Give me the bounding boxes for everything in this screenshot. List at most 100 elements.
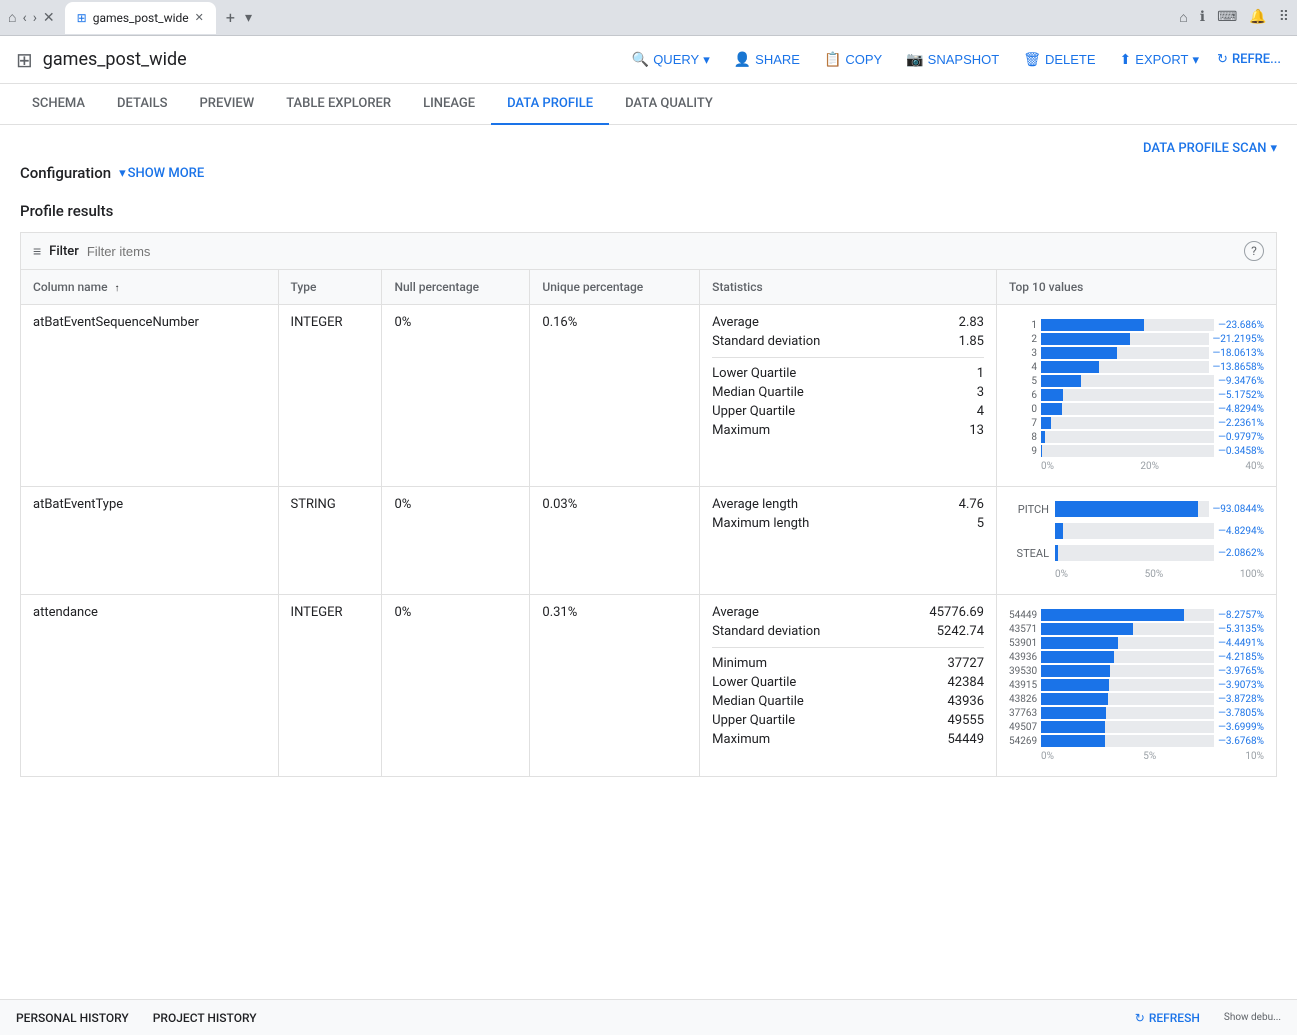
chart-axis: 0%5%10% (1009, 749, 1264, 762)
th-top10: Top 10 values (997, 270, 1277, 305)
help-icon[interactable]: ? (1244, 241, 1264, 261)
personal-history-link[interactable]: PERSONAL HISTORY (16, 1011, 129, 1025)
tab-list-icon[interactable]: ▾ (245, 10, 252, 26)
chart-bar-row: 39530 —3.9765% (1009, 665, 1264, 677)
browser-bell-icon[interactable]: 🔔 (1249, 9, 1266, 26)
h-bar-row: STEAL —2.0862% (1009, 545, 1264, 561)
stat-label: Standard deviation (712, 334, 820, 349)
browser-home-btn[interactable]: ⌂ (1179, 9, 1187, 26)
share-icon: 👤 (734, 51, 751, 68)
h-bar-pct: —2.0862% (1218, 548, 1264, 559)
new-tab-icon[interactable]: + (226, 8, 235, 27)
filter-input[interactable] (87, 244, 263, 259)
browser-tab[interactable]: ⊞ games_post_wide ✕ (65, 2, 216, 34)
cell-null-pct: 0% (382, 487, 530, 595)
th-type[interactable]: Type (278, 270, 382, 305)
bar-pct: —23.686% (1218, 320, 1264, 331)
browser-grid-icon[interactable]: ⠿ (1279, 9, 1289, 26)
bar-track (1041, 431, 1214, 443)
bar-label: 9 (1009, 446, 1037, 457)
bar-track (1041, 721, 1214, 733)
th-unique-pct[interactable]: Unique percentage (530, 270, 700, 305)
project-history-link[interactable]: PROJECT HISTORY (153, 1011, 257, 1025)
browser-info-icon[interactable]: ℹ (1200, 9, 1205, 26)
tab-data-quality[interactable]: DATA QUALITY (609, 84, 729, 125)
bar-label: 5 (1009, 376, 1037, 387)
cell-column-name: atBatEventSequenceNumber (21, 305, 279, 487)
tab-lineage[interactable]: LINEAGE (407, 84, 491, 125)
browser-back-icon[interactable]: ‹ (22, 10, 26, 26)
browser-home-icon[interactable]: ⌂ (8, 9, 16, 26)
browser-bar: ⌂ ‹ › ✕ ⊞ games_post_wide ✕ + ▾ ⌂ ℹ ⌨ 🔔 … (0, 0, 1297, 36)
share-button[interactable]: 👤 SHARE (724, 45, 810, 74)
bar-track (1041, 735, 1214, 747)
tab-close-icon[interactable]: ✕ (195, 11, 204, 24)
bar-pct: —2.2361% (1218, 418, 1264, 429)
h-bar-label: STEAL (1009, 547, 1049, 560)
cell-statistics: Average 2.83 Standard deviation 1.85 Low… (700, 305, 997, 487)
bar-fill (1041, 389, 1063, 401)
bar-label: 43936 (1009, 652, 1037, 663)
tab-details[interactable]: DETAILS (101, 84, 183, 125)
data-profile-scan-link[interactable]: DATA PROFILE SCAN ▾ (1143, 141, 1277, 156)
bar-track (1041, 707, 1214, 719)
chart-bar-row: 54269 —3.6768% (1009, 735, 1264, 747)
chart-bar-row: 43826 —3.8728% (1009, 693, 1264, 705)
bar-pct: —0.9797% (1218, 432, 1264, 443)
tab-table-explorer[interactable]: TABLE EXPLORER (270, 84, 407, 125)
bar-fill (1041, 431, 1045, 443)
bar-track (1041, 403, 1214, 415)
th-column-name[interactable]: Column name ↑ (21, 270, 279, 305)
h-bar-fill (1055, 545, 1058, 561)
toolbar-actions: 🔍 QUERY ▾ 👤 SHARE 📋 COPY 📷 SNAPSHOT 🗑 DE… (622, 45, 1209, 74)
browser-keyboard-icon[interactable]: ⌨ (1217, 9, 1237, 26)
tab-table-icon: ⊞ (77, 11, 87, 25)
browser-close-icon[interactable]: ✕ (43, 10, 55, 26)
bar-pct: —21.2195% (1213, 334, 1265, 345)
tab-label: games_post_wide (93, 11, 189, 25)
stat-value: 2.83 (924, 315, 984, 330)
query-button[interactable]: 🔍 QUERY ▾ (622, 45, 720, 74)
bar-pct: —18.0613% (1213, 348, 1265, 359)
bar-pct: —9.3476% (1218, 376, 1264, 387)
cell-column-name: atBatEventType (21, 487, 279, 595)
stat-divider (712, 357, 984, 358)
snapshot-button[interactable]: 📷 SNAPSHOT (896, 45, 1009, 74)
bar-track (1041, 445, 1214, 457)
page-title: games_post_wide (43, 49, 187, 70)
stat-row: Median Quartile 3 (712, 385, 984, 400)
table-header-row: Column name ↑ Type Null percentage Uniqu… (21, 270, 1277, 305)
bar-fill (1041, 665, 1110, 677)
tab-schema[interactable]: SCHEMA (16, 84, 101, 125)
cell-null-pct: 0% (382, 595, 530, 777)
delete-button[interactable]: 🗑 DELETE (1013, 45, 1105, 74)
stat-value: 5242.74 (924, 624, 984, 639)
profile-results-title: Profile results (20, 202, 1277, 220)
cell-top10-chart: 54449 —8.2757% 43571 —5.3135% 53901 (997, 595, 1277, 777)
delete-icon: 🗑 (1023, 51, 1041, 68)
stat-row: Minimum 37727 (712, 656, 984, 671)
bar-fill (1041, 403, 1062, 415)
tab-preview[interactable]: PREVIEW (184, 84, 271, 125)
refresh-button[interactable]: ↻ REFRE... (1217, 52, 1281, 67)
bar-track (1041, 361, 1209, 373)
cell-type: INTEGER (278, 595, 382, 777)
h-bar-track (1055, 501, 1209, 517)
nav-tabs: SCHEMA DETAILS PREVIEW TABLE EXPLORER LI… (0, 84, 1297, 125)
main-toolbar: ⊞ games_post_wide 🔍 QUERY ▾ 👤 SHARE 📋 CO… (0, 36, 1297, 84)
h-bar-fill (1055, 523, 1063, 539)
bar-track (1041, 417, 1214, 429)
bottom-refresh-button[interactable]: ↻ REFRESH (1135, 1011, 1200, 1025)
main-content: DATA PROFILE SCAN ▾ Configuration ▾ SHOW… (0, 125, 1297, 793)
browser-forward-icon[interactable]: › (33, 10, 37, 26)
tab-data-profile[interactable]: DATA PROFILE (491, 84, 609, 125)
chevron-down-icon: ▾ (119, 166, 126, 181)
copy-button[interactable]: 📋 COPY (814, 45, 892, 74)
export-button[interactable]: ⬆ EXPORT ▾ (1110, 45, 1209, 74)
snapshot-icon: 📷 (906, 51, 923, 68)
bar-pct: —3.7805% (1218, 708, 1264, 719)
cell-unique-pct: 0.16% (530, 305, 700, 487)
th-null-pct[interactable]: Null percentage (382, 270, 530, 305)
show-more-button[interactable]: ▾ SHOW MORE (119, 166, 204, 181)
bar-fill (1041, 637, 1118, 649)
